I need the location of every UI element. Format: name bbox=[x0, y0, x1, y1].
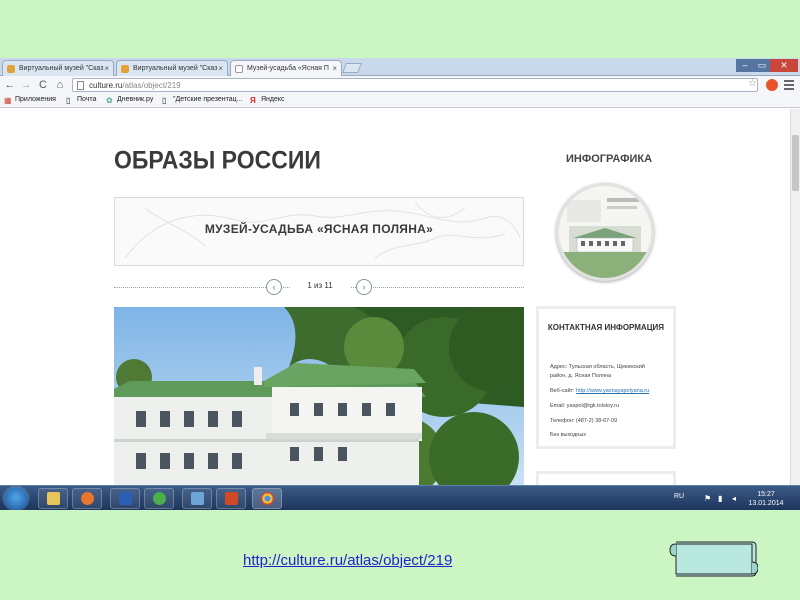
infographic-image bbox=[559, 186, 651, 278]
pager-counter: 1 из 11 bbox=[290, 281, 350, 290]
tab-yasnaya-polyana[interactable]: Музей-усадьба «Ясная П × bbox=[230, 60, 342, 77]
browser-screenshot: Виртуальный музей "Сказ × Виртуальный му… bbox=[0, 58, 800, 510]
contact-info-panel: КОНТАКТНАЯ ИНФОРМАЦИЯ Адрес: Тульская об… bbox=[536, 306, 676, 449]
bookmark-label: Дневник.ру bbox=[117, 96, 154, 103]
close-tab-icon[interactable]: × bbox=[218, 64, 223, 73]
infographic-heading: ИНФОГРАФИКА bbox=[566, 153, 653, 165]
bookmarks-bar: ▦ Приложения ▯ Почта ✿ Дневник.ру ▯ "Детские… bbox=[0, 94, 800, 108]
bookmark-label: "Детские презентац... bbox=[173, 96, 243, 103]
url-domain: culture.ru bbox=[89, 81, 123, 90]
address-bar[interactable]: culture.ru/atlas/object/219 bbox=[72, 78, 758, 92]
chevron-left-icon[interactable]: ‹ bbox=[266, 279, 282, 295]
tab-favicon-icon bbox=[7, 65, 15, 73]
bookmark-label: Яндекс bbox=[261, 96, 285, 103]
secondary-info-panel bbox=[536, 471, 676, 485]
chrome-icon bbox=[261, 492, 274, 505]
contact-phone: Телефон: (487-2) 38-67-09 bbox=[550, 418, 618, 424]
page-scrollbar[interactable] bbox=[790, 109, 800, 485]
tab-favicon-icon bbox=[121, 65, 129, 73]
estate-house-image bbox=[114, 307, 524, 485]
contact-hours: Без выходных bbox=[550, 432, 587, 438]
tab-virtual-museum-2[interactable]: Виртуальный музей "Сказ × bbox=[116, 60, 228, 76]
contact-website-label: Веб-сайт: bbox=[550, 388, 575, 394]
yandex-icon: Я bbox=[250, 96, 256, 105]
object-title: МУЗЕЙ-УСАДЬБА «ЯСНАЯ ПОЛЯНА» bbox=[204, 222, 434, 236]
browser-icon bbox=[191, 492, 204, 505]
chevron-right-icon[interactable]: › bbox=[356, 279, 372, 295]
page-icon bbox=[77, 81, 84, 90]
page-viewport: ОБРАЗЫ РОССИИ ИНФОГРАФИКА МУЗЕЙ-УСАДЬБА … bbox=[0, 109, 800, 485]
media-player-taskbar-button[interactable] bbox=[72, 488, 102, 509]
tab-label: Виртуальный музей "Сказ bbox=[19, 65, 104, 72]
close-tab-icon[interactable]: × bbox=[332, 64, 337, 73]
site-title[interactable]: ОБРАЗЫ РОССИИ bbox=[114, 146, 321, 175]
menu-icon[interactable] bbox=[784, 80, 794, 92]
infographic-thumbnail[interactable] bbox=[556, 183, 654, 281]
contact-address-line2: район, д. Ясная Поляна bbox=[550, 373, 612, 379]
explorer-icon bbox=[47, 492, 60, 505]
media-player-icon bbox=[81, 492, 94, 505]
bookmark-mail[interactable]: ▯ Почта bbox=[66, 96, 97, 105]
language-indicator[interactable]: RU bbox=[674, 493, 684, 500]
tab-favicon-icon bbox=[235, 65, 243, 73]
mail-icon bbox=[153, 492, 166, 505]
clock-time: 15:27 bbox=[757, 491, 775, 498]
close-tab-icon[interactable]: × bbox=[104, 64, 109, 73]
word-taskbar-button[interactable] bbox=[110, 488, 140, 509]
presentation-taskbar-button[interactable] bbox=[216, 488, 246, 509]
volume-icon[interactable]: ◂ bbox=[732, 494, 736, 503]
minimize-window-icon[interactable]: – bbox=[736, 59, 754, 72]
reload-icon[interactable]: C bbox=[36, 78, 50, 92]
mail-taskbar-button[interactable] bbox=[144, 488, 174, 509]
home-icon[interactable]: ⌂ bbox=[53, 78, 67, 92]
contact-address-line1: Адрес: Тульская область, Щекинский bbox=[550, 364, 645, 370]
explorer-taskbar-button[interactable] bbox=[38, 488, 68, 509]
contact-website-link[interactable]: http://www.yasnayapolyana.ru bbox=[576, 388, 649, 394]
tab-label: Музей-усадьба «Ясная П bbox=[247, 65, 329, 72]
apps-grid-icon: ▦ bbox=[4, 96, 12, 105]
new-tab-button[interactable] bbox=[342, 63, 362, 73]
page-icon: ▯ bbox=[162, 96, 167, 105]
forward-arrow-icon[interactable]: → bbox=[19, 78, 33, 92]
bookmark-yandex[interactable]: Я Яндекс bbox=[250, 96, 285, 105]
clock-date: 13.01.2014 bbox=[748, 500, 784, 507]
bookmark-dnevnik[interactable]: ✿ Дневник.ру bbox=[106, 96, 154, 105]
object-title-banner: МУЗЕЙ-УСАДЬБА «ЯСНАЯ ПОЛЯНА» bbox=[114, 197, 524, 266]
contact-info-heading: КОНТАКТНАЯ ИНФОРМАЦИЯ bbox=[547, 323, 665, 332]
tab-label: Виртуальный музей "Сказ bbox=[133, 65, 218, 72]
bookmark-star-icon[interactable]: ☆ bbox=[748, 78, 757, 89]
bookmark-label: Почта bbox=[77, 96, 97, 103]
dnevnik-icon: ✿ bbox=[106, 96, 113, 105]
close-window-icon[interactable]: ✕ bbox=[770, 59, 798, 72]
source-link[interactable]: http://culture.ru/atlas/object/219 bbox=[243, 552, 452, 569]
flag-icon[interactable]: ⚑ bbox=[704, 494, 711, 503]
browser-toolbar: ← → C ⌂ culture.ru/atlas/object/219 ☆ bbox=[0, 76, 800, 94]
extension-icon[interactable] bbox=[766, 79, 778, 91]
chrome-taskbar-button[interactable] bbox=[252, 488, 282, 509]
presentation-icon bbox=[225, 492, 238, 505]
network-icon[interactable]: ▮ bbox=[718, 494, 722, 503]
start-button[interactable] bbox=[4, 487, 28, 510]
estate-photo[interactable] bbox=[114, 307, 524, 485]
tab-virtual-museum-1[interactable]: Виртуальный музей "Сказ × bbox=[2, 60, 114, 76]
tab-strip: Виртуальный музей "Сказ × Виртуальный му… bbox=[0, 58, 800, 77]
scroll-navigation-button[interactable] bbox=[668, 538, 758, 580]
url-path: /atlas/object/219 bbox=[122, 81, 181, 90]
maximize-window-icon[interactable]: ▭ bbox=[754, 59, 770, 72]
scrollbar-thumb[interactable] bbox=[792, 135, 799, 191]
word-icon bbox=[119, 492, 132, 505]
page-icon: ▯ bbox=[66, 96, 71, 105]
contact-website: Веб-сайт: http://www.yasnayapolyana.ru bbox=[550, 388, 649, 394]
contact-email: Email: yaspol@tgk.tolstoy.ru bbox=[550, 403, 620, 409]
system-clock[interactable]: 15:27 13.01.2014 bbox=[748, 490, 784, 508]
windows-taskbar: RU ⚑ ▮ ◂ 15:27 13.01.2014 bbox=[0, 485, 800, 510]
browser-taskbar-button[interactable] bbox=[182, 488, 212, 509]
back-arrow-icon[interactable]: ← bbox=[3, 78, 17, 92]
bookmark-apps[interactable]: ▦ Приложения bbox=[4, 96, 56, 105]
bookmark-presentations[interactable]: ▯ "Детские презентац... bbox=[162, 96, 243, 105]
bookmark-label: Приложения bbox=[15, 96, 56, 103]
